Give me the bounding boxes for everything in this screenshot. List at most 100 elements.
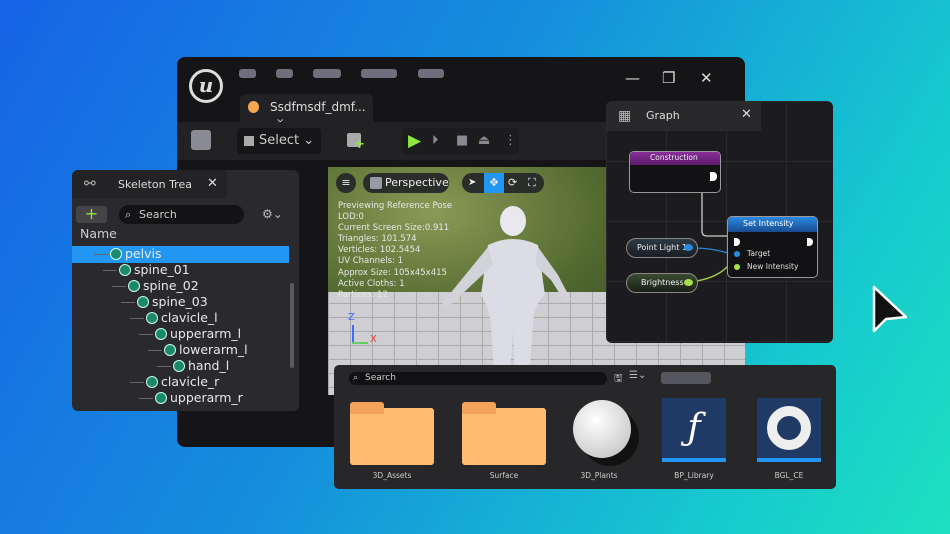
save-icon[interactable] — [191, 130, 211, 150]
sphere-icon — [573, 400, 631, 458]
settings-gear-icon[interactable]: ⚙⌄ — [262, 207, 283, 221]
play-button[interactable]: ▶ — [408, 128, 421, 154]
content-search-input[interactable]: ⌕ Search — [349, 372, 607, 385]
viewport-menu-button[interactable]: ≡ — [336, 173, 356, 193]
stop-button[interactable]: ■ — [456, 128, 468, 154]
point-light-node[interactable]: Point Light 1 — [626, 238, 698, 258]
asset-tile[interactable] — [567, 398, 631, 458]
asset-name: 3D_Plants — [580, 471, 618, 480]
content-browser: ⌕ Search 🖫 ☰⌄ 3D_Assets Surface 3D_Plants ƒ B… — [334, 365, 836, 489]
document-tab[interactable]: Ssdfmsdf_dmf... × — [240, 94, 373, 128]
asset-name: Surface — [489, 471, 519, 480]
bone-row[interactable]: pelvis — [110, 246, 161, 262]
menu-item[interactable] — [313, 69, 341, 78]
step-button[interactable]: ⏵ — [432, 128, 439, 154]
move-icon[interactable]: ✥ — [484, 173, 504, 193]
bone-row[interactable]: hand_l — [173, 358, 229, 374]
exec-out-pin[interactable] — [807, 238, 813, 246]
asset-tile[interactable] — [757, 398, 821, 462]
close-button[interactable]: ✕ — [700, 69, 713, 87]
bone-row[interactable]: spine_03 — [137, 294, 208, 310]
search-icon: ⌕ — [353, 373, 359, 383]
select-icon — [244, 136, 254, 146]
select-mode-button[interactable]: Select ⌄ — [237, 128, 321, 154]
viewport-stats: Previewing Reference Pose LOD:0 Current Sc… — [338, 201, 453, 300]
menu-item[interactable] — [418, 69, 444, 78]
chevron-down-icon: ⌄ — [303, 133, 315, 148]
bone-icon — [173, 360, 185, 372]
bone-row[interactable]: upperarm_l — [155, 326, 241, 342]
name-column-header: Name — [80, 226, 117, 241]
bone-name: spine_03 — [152, 294, 208, 309]
view-mode-label: Perspective — [385, 176, 449, 189]
rotate-icon[interactable]: ⟳ — [508, 173, 517, 193]
bone-name: spine_02 — [143, 278, 199, 293]
tree-line — [139, 334, 153, 335]
path-button[interactable] — [661, 372, 711, 384]
add-actor-icon[interactable]: + — [347, 133, 365, 152]
minimize-button[interactable]: — — [625, 69, 640, 87]
bone-row[interactable]: clavicle_r — [146, 374, 219, 390]
menu-item[interactable] — [276, 69, 293, 78]
bone-name: clavicle_l — [161, 310, 218, 325]
tree-line — [130, 318, 144, 319]
exec-in-pin[interactable] — [734, 238, 740, 246]
close-icon[interactable]: ✕ — [207, 176, 218, 191]
perspective-button[interactable]: Perspective — [363, 173, 449, 193]
menu-item[interactable] — [361, 69, 397, 78]
bone-icon — [110, 248, 122, 260]
mouse-cursor-icon — [872, 285, 908, 333]
add-button[interactable]: + — [76, 206, 107, 223]
skeleton-tree-panel: ⚯ Skeleton Trea ✕ + ⌕ Search ⚙⌄ Name pelv… — [72, 170, 299, 411]
exec-pin[interactable] — [710, 172, 717, 181]
folder-icon — [462, 402, 546, 465]
unreal-logo[interactable]: u — [189, 69, 223, 103]
more-icon[interactable]: ⋮ — [504, 128, 517, 154]
asset-tile[interactable] — [350, 398, 434, 465]
asset-tile[interactable]: ƒ — [662, 398, 726, 462]
folder-icon — [350, 402, 434, 465]
bone-icon: ⚯ — [84, 176, 96, 192]
save-icon[interactable]: 🖫 — [614, 371, 623, 388]
tree-line — [148, 350, 162, 351]
asset-name: BP_Library — [674, 471, 714, 480]
bone-row[interactable]: upperarm_r — [155, 390, 243, 406]
asset-icon — [248, 101, 259, 113]
function-library-icon: ƒ — [662, 398, 726, 462]
menu-item[interactable] — [239, 69, 256, 78]
tree-line — [103, 270, 117, 271]
bone-name: clavicle_r — [161, 374, 220, 389]
select-cursor-icon[interactable]: ➤ — [468, 173, 476, 193]
bone-row[interactable]: spine_01 — [119, 262, 190, 278]
construction-node[interactable]: Construction — [629, 151, 721, 193]
maximize-button[interactable]: ❐ — [662, 69, 675, 87]
tab-title: Ssdfmsdf_dmf... — [270, 100, 366, 114]
search-input[interactable]: ⌕ Search — [119, 205, 244, 224]
tree-line — [139, 398, 153, 399]
set-intensity-node[interactable]: Set Intensity Target New Intensity — [727, 216, 818, 278]
asset-tile[interactable] — [462, 398, 546, 465]
play-controls: ▶ ⏵ ■ ⏏ ⋮ — [402, 128, 519, 154]
target-pin[interactable] — [734, 251, 740, 257]
new-intensity-pin[interactable] — [734, 264, 740, 270]
tree-line — [130, 382, 144, 383]
brightness-node[interactable]: Brightness — [626, 273, 698, 293]
tree-line — [157, 366, 171, 367]
bone-row[interactable]: clavicle_l — [146, 310, 218, 326]
bone-name: spine_01 — [134, 262, 190, 277]
filter-icon[interactable]: ☰⌄ — [629, 370, 646, 381]
transform-tools: ➤ ✥ ⟳ ⛶ — [462, 173, 544, 193]
bone-name: lowerarm_l — [179, 342, 248, 357]
scale-icon[interactable]: ⛶ — [528, 173, 536, 193]
bone-name: hand_l — [188, 358, 230, 373]
bone-name: pelvis — [125, 246, 162, 261]
bone-name: upperarm_r — [170, 390, 243, 405]
cube-icon — [370, 177, 382, 189]
eject-button[interactable]: ⏏ — [478, 128, 490, 154]
bone-icon — [164, 344, 176, 356]
bone-icon — [119, 264, 131, 276]
bone-row[interactable]: lowerarm_l — [164, 342, 248, 358]
bone-row[interactable]: spine_02 — [128, 278, 199, 294]
scrollbar[interactable] — [290, 283, 294, 368]
bone-icon — [155, 328, 167, 340]
